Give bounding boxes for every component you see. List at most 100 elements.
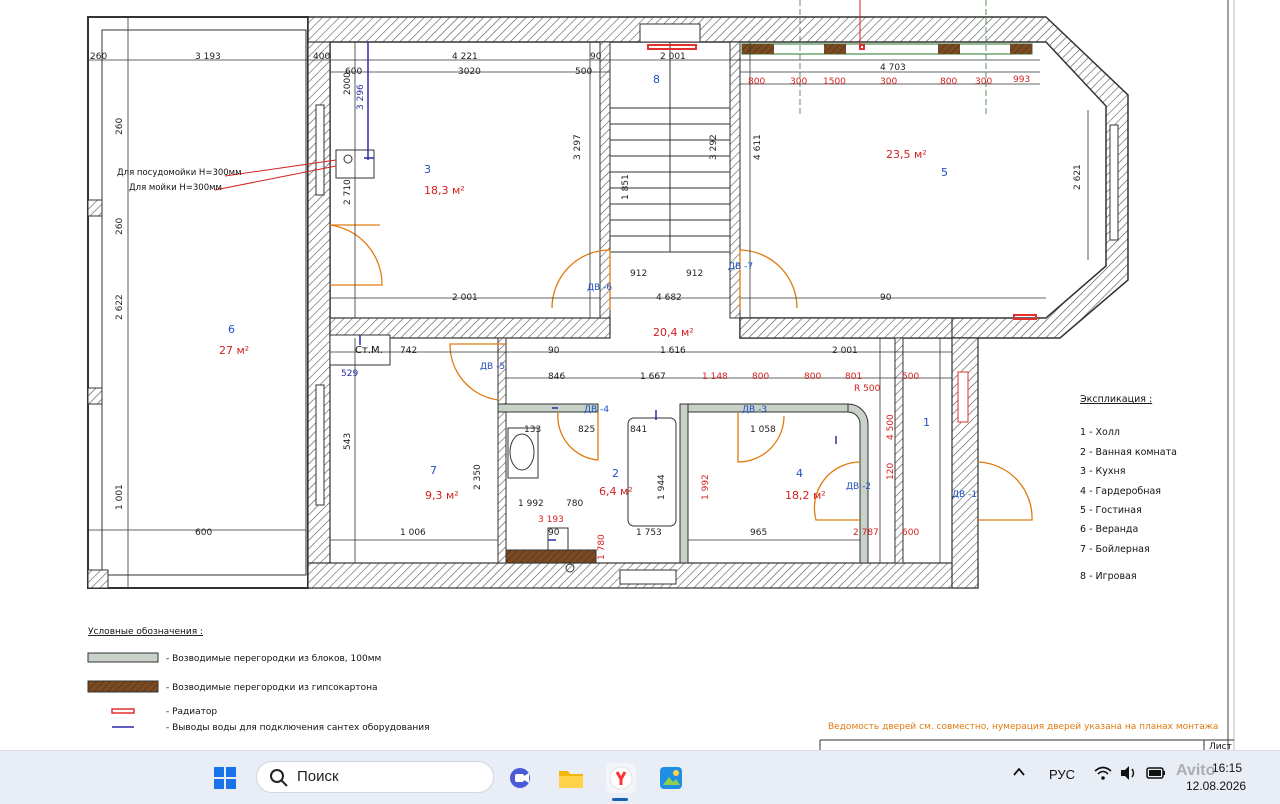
dim-label: 90 — [590, 52, 602, 62]
dim-label: 912 — [686, 269, 703, 279]
dim-label: 1 992 — [518, 499, 544, 509]
dim-label: 500 — [575, 67, 592, 77]
windows-start-icon[interactable] — [210, 763, 240, 793]
room-number-6: 6 — [228, 323, 235, 336]
explication-item: 1 - Холл — [1080, 427, 1120, 438]
dim-label: 529 — [341, 369, 358, 379]
dim-label: 260 — [115, 218, 125, 235]
title-block — [819, 739, 1234, 750]
area-room-5: 23,5 м² — [886, 148, 927, 161]
dim-label: 4 703 — [880, 63, 906, 73]
dim-label: 3 292 — [709, 134, 719, 160]
room-number-3: 3 — [424, 163, 431, 176]
legend-swatch-block — [87, 652, 159, 663]
dim-label: 841 — [630, 425, 647, 435]
dim-label: 543 — [343, 433, 353, 450]
dim-label: 500 — [902, 372, 919, 382]
dimension-labels: 260 3 193 400 4 221 90 2 001 4 703 600 3… — [90, 52, 1083, 560]
legend-item: - Возводимые перегородки из блоков, 100м… — [166, 654, 381, 664]
door-tag-dv6: ДВ -6 — [587, 283, 612, 293]
dim-label: 2 621 — [1073, 164, 1083, 190]
language-indicator[interactable]: РУС — [1049, 767, 1075, 782]
dim-label: 993 — [1013, 75, 1030, 85]
dim-label: 1 851 — [621, 174, 631, 200]
search-placeholder: Поиск — [297, 768, 339, 785]
explication-title: Экспликация : — [1080, 394, 1152, 405]
main-walls — [307, 16, 1129, 589]
room-number-1: 1 — [923, 416, 930, 429]
chevron-up-icon[interactable] — [1012, 765, 1026, 782]
legend-item: - Выводы воды для подключения сантех обо… — [166, 723, 430, 733]
file-explorer-icon[interactable] — [556, 763, 586, 793]
dim-label: 3 296 — [356, 84, 366, 110]
legend-title: Условные обозначения : — [88, 627, 203, 637]
riser-label: Ст.М. — [355, 345, 383, 356]
explication-item: 4 - Гардеробная — [1080, 486, 1161, 497]
meet-icon[interactable] — [506, 763, 536, 793]
dim-label: 1 058 — [750, 425, 776, 435]
dim-label: 3 193 — [538, 515, 564, 525]
photos-icon[interactable] — [656, 763, 686, 793]
yandex-browser-icon[interactable] — [606, 763, 636, 793]
room-number-labels: 8 3 5 6 7 2 4 1 — [228, 73, 948, 480]
dim-label: 1 001 — [115, 484, 125, 510]
dim-label: 3 297 — [573, 134, 583, 160]
dim-label: 260 — [115, 118, 125, 135]
legend-swatch-drywall — [87, 680, 159, 693]
dim-label: 4 500 — [886, 414, 896, 440]
dim-label: 90 — [548, 528, 560, 538]
note-sink: Для мойки H=300мм — [129, 183, 222, 193]
active-app-indicator — [612, 798, 628, 801]
explication-item: 2 - Ванная комната — [1080, 447, 1177, 458]
dim-label: 2 350 — [473, 464, 483, 490]
area-room-3: 18,3 м² — [424, 184, 465, 197]
door-tag-dv5: ДВ -5 — [480, 362, 505, 372]
explication: Экспликация : 1 - Холл 2 - Ванная комнат… — [1080, 394, 1177, 582]
dim-label: 2 787 — [853, 528, 879, 538]
room-number-2: 2 — [612, 467, 619, 480]
area-room-2: 6,4 м² — [599, 485, 633, 498]
dim-label: 1500 — [823, 77, 846, 87]
dim-label: 800 — [940, 77, 957, 87]
area-hall: 20,4 м² — [653, 326, 694, 339]
dim-label: 2 001 — [660, 52, 686, 62]
dim-label: 825 — [578, 425, 595, 435]
dim-label: 300 — [880, 77, 897, 87]
explication-item: 7 - Бойлерная — [1080, 544, 1150, 555]
dim-label: 965 — [750, 528, 767, 538]
dim-label: 1 944 — [657, 474, 667, 500]
dim-label: 1 006 — [400, 528, 426, 538]
dim-label: 600 — [902, 528, 919, 538]
dim-label: 4 682 — [656, 293, 682, 303]
dim-label: 260 — [90, 52, 107, 62]
wifi-icon[interactable] — [1094, 765, 1112, 784]
door-tag-dv1: ДВ -1 — [952, 490, 977, 500]
legend-item: - Возводимые перегородки из гипсокартона — [166, 683, 377, 693]
dim-label: 801 — [845, 372, 862, 382]
dim-label: 90 — [548, 346, 560, 356]
dim-label: 4 611 — [753, 134, 763, 160]
dim-label: 1 753 — [636, 528, 662, 538]
door-tag-dv7: ДВ -7 — [728, 262, 753, 272]
battery-icon[interactable] — [1146, 766, 1166, 783]
dim-label: 1 148 — [702, 372, 728, 382]
taskbar: Поиск РУС 16:15 12.08.2026 — [0, 750, 1280, 804]
dim-label: 300 — [975, 77, 992, 87]
dim-label: 800 — [804, 372, 821, 382]
dim-label: 1 616 — [660, 346, 686, 356]
dim-label: 800 — [748, 77, 765, 87]
plumbing-notes: Для посудомойки H=300мм Для мойки H=300м… — [117, 168, 242, 193]
room-number-5: 5 — [941, 166, 948, 179]
clock-time[interactable]: 16:15 — [1212, 761, 1242, 775]
dim-label: 90 — [880, 293, 892, 303]
explication-item: 8 - Игровая — [1080, 571, 1137, 582]
dim-label: 133 — [524, 425, 541, 435]
room-number-4: 4 — [796, 467, 803, 480]
floor-plan: 8 3 5 6 7 2 4 1 18,3 м² 23,5 м² 27 м² 20… — [87, 0, 1235, 750]
room-number-7: 7 — [430, 464, 437, 477]
clock-date[interactable]: 12.08.2026 — [1186, 779, 1246, 793]
explication-item: 6 - Веранда — [1080, 524, 1138, 535]
taskbar-search-box[interactable]: Поиск — [256, 761, 494, 793]
volume-icon[interactable] — [1120, 765, 1138, 784]
dim-label: 2 001 — [832, 346, 858, 356]
